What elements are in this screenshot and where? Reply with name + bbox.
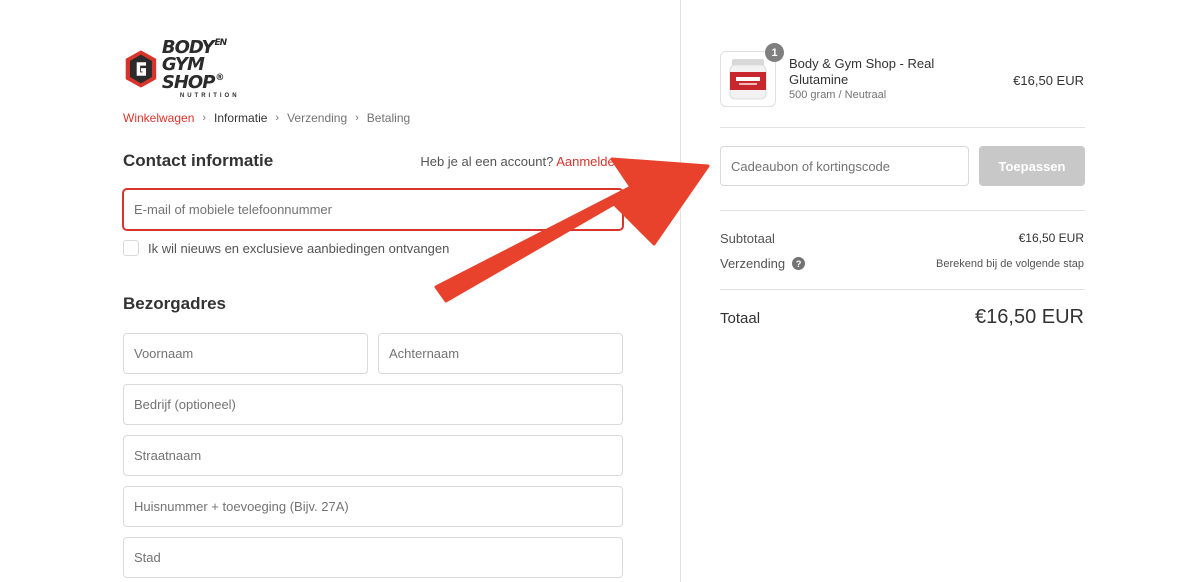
- account-prompt: Heb je al een account? Aanmelden: [420, 154, 622, 169]
- discount-code-input[interactable]: [720, 146, 969, 186]
- city-input[interactable]: [123, 537, 623, 578]
- breadcrumb-cart[interactable]: Winkelwagen: [123, 111, 194, 125]
- chevron-right-icon: ›: [355, 112, 359, 124]
- shipping-label: Verzending ?: [720, 256, 806, 271]
- street-input[interactable]: [123, 435, 623, 476]
- newsletter-label: Ik wil nieuws en exclusieve aanbiedingen…: [148, 240, 450, 256]
- email-input[interactable]: [123, 189, 623, 230]
- product-price: €16,50 EUR: [1013, 73, 1084, 88]
- breadcrumb-information: Informatie: [214, 111, 268, 125]
- brand-logo[interactable]: BODYEN GYM SHOP® NUTRITION: [124, 39, 254, 99]
- delivery-title: Bezorgadres: [123, 294, 226, 313]
- product-variant: 500 gram / Neutraal: [789, 89, 887, 101]
- product-name: Body & Gym Shop - Real Glutamine: [789, 56, 935, 87]
- summary-divider: [720, 127, 1085, 128]
- quantity-badge: 1: [765, 43, 784, 62]
- login-link[interactable]: Aanmelden: [556, 154, 622, 169]
- brand-logo-text: BODYEN GYM SHOP® NUTRITION: [161, 38, 254, 100]
- logo-registered: ®: [215, 73, 224, 83]
- summary-divider: [720, 289, 1085, 290]
- total-label: Totaal: [720, 310, 761, 327]
- brand-logo-mark-icon: [125, 50, 157, 88]
- last-name-input[interactable]: [378, 333, 623, 374]
- contact-title: Contact informatie: [123, 151, 274, 170]
- shipping-label-text: Verzending: [720, 256, 786, 271]
- first-name-input[interactable]: [123, 333, 368, 374]
- chevron-right-icon: ›: [275, 112, 280, 124]
- breadcrumb: Winkelwagen › Informatie › Verzending › …: [123, 111, 410, 125]
- company-input[interactable]: [123, 384, 623, 425]
- summary-divider: [720, 210, 1085, 211]
- logo-line2: GYM SHOP: [161, 54, 216, 93]
- subtotal-label-text: Subtotaal: [720, 231, 775, 246]
- breadcrumb-shipping: Verzending: [287, 111, 348, 125]
- checkout-main: BODYEN GYM SHOP® NUTRITION Winkelwagen ›…: [0, 0, 680, 582]
- product-jar-icon: [729, 59, 767, 100]
- chevron-right-icon: ›: [202, 112, 207, 124]
- apply-discount-button[interactable]: Toepassen: [979, 146, 1085, 186]
- logo-line1-small: EN: [214, 38, 227, 48]
- subtotal-label: Subtotaal: [720, 231, 775, 246]
- breadcrumb-payment: Betaling: [366, 111, 411, 125]
- shipping-value: Berekend bij de volgende stap: [936, 258, 1084, 270]
- house-number-input[interactable]: [123, 486, 623, 527]
- newsletter-checkbox[interactable]: [123, 240, 139, 256]
- total-value: €16,50 EUR: [975, 306, 1084, 328]
- question-circle-icon[interactable]: ?: [792, 257, 806, 270]
- account-prompt-text: Heb je al een account?: [420, 154, 554, 169]
- order-summary: 1 Body & Gym Shop - Real Glutamine 500 g…: [680, 0, 1200, 582]
- logo-line3: NUTRITION: [179, 93, 240, 99]
- subtotal-value: €16,50 EUR: [1018, 231, 1084, 245]
- newsletter-optin: Ik wil nieuws en exclusieve aanbiedingen…: [123, 240, 449, 256]
